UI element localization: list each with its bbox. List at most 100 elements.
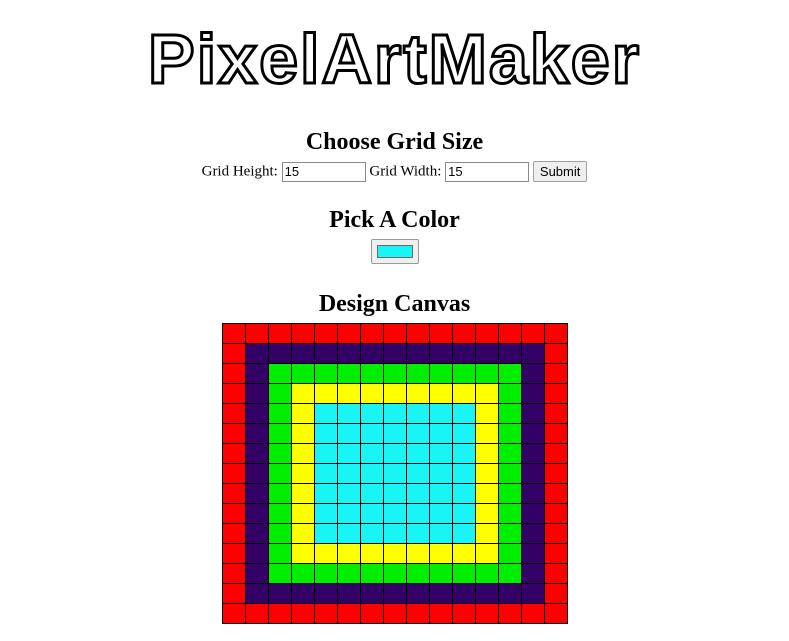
canvas-cell[interactable] <box>291 463 315 484</box>
canvas-cell[interactable] <box>429 543 453 564</box>
canvas-cell[interactable] <box>544 583 568 604</box>
canvas-cell[interactable] <box>521 483 545 504</box>
canvas-cell[interactable] <box>268 503 292 524</box>
canvas-cell[interactable] <box>498 603 522 624</box>
canvas-cell[interactable] <box>452 603 476 624</box>
canvas-cell[interactable] <box>406 363 430 384</box>
canvas-cell[interactable] <box>475 323 499 344</box>
canvas-cell[interactable] <box>498 363 522 384</box>
canvas-cell[interactable] <box>337 583 361 604</box>
canvas-cell[interactable] <box>544 323 568 344</box>
canvas-cell[interactable] <box>245 383 269 404</box>
canvas-cell[interactable] <box>222 543 246 564</box>
canvas-cell[interactable] <box>245 523 269 544</box>
canvas-cell[interactable] <box>429 443 453 464</box>
canvas-cell[interactable] <box>291 383 315 404</box>
canvas-cell[interactable] <box>314 483 338 504</box>
canvas-cell[interactable] <box>452 563 476 584</box>
canvas-cell[interactable] <box>245 343 269 364</box>
canvas-cell[interactable] <box>406 563 430 584</box>
canvas-cell[interactable] <box>245 403 269 424</box>
canvas-cell[interactable] <box>498 443 522 464</box>
canvas-cell[interactable] <box>544 343 568 364</box>
canvas-cell[interactable] <box>406 323 430 344</box>
canvas-cell[interactable] <box>291 603 315 624</box>
canvas-cell[interactable] <box>406 403 430 424</box>
canvas-cell[interactable] <box>314 323 338 344</box>
canvas-cell[interactable] <box>521 443 545 464</box>
canvas-cell[interactable] <box>498 343 522 364</box>
canvas-cell[interactable] <box>475 423 499 444</box>
canvas-cell[interactable] <box>245 363 269 384</box>
canvas-cell[interactable] <box>406 483 430 504</box>
canvas-cell[interactable] <box>291 363 315 384</box>
canvas-cell[interactable] <box>291 503 315 524</box>
canvas-cell[interactable] <box>429 343 453 364</box>
canvas-cell[interactable] <box>268 323 292 344</box>
canvas-cell[interactable] <box>314 583 338 604</box>
canvas-cell[interactable] <box>291 543 315 564</box>
canvas-cell[interactable] <box>544 463 568 484</box>
canvas-cell[interactable] <box>383 443 407 464</box>
canvas-cell[interactable] <box>291 483 315 504</box>
canvas-cell[interactable] <box>314 463 338 484</box>
canvas-cell[interactable] <box>291 563 315 584</box>
canvas-cell[interactable] <box>452 543 476 564</box>
canvas-cell[interactable] <box>521 463 545 484</box>
canvas-cell[interactable] <box>452 443 476 464</box>
canvas-cell[interactable] <box>521 583 545 604</box>
canvas-cell[interactable] <box>383 523 407 544</box>
canvas-cell[interactable] <box>245 563 269 584</box>
canvas-cell[interactable] <box>544 483 568 504</box>
canvas-cell[interactable] <box>475 603 499 624</box>
canvas-cell[interactable] <box>222 383 246 404</box>
canvas-cell[interactable] <box>406 423 430 444</box>
canvas-cell[interactable] <box>452 523 476 544</box>
canvas-cell[interactable] <box>222 443 246 464</box>
canvas-cell[interactable] <box>475 443 499 464</box>
canvas-cell[interactable] <box>337 363 361 384</box>
canvas-cell[interactable] <box>222 523 246 544</box>
canvas-cell[interactable] <box>452 403 476 424</box>
canvas-cell[interactable] <box>337 463 361 484</box>
canvas-cell[interactable] <box>245 443 269 464</box>
canvas-cell[interactable] <box>360 583 384 604</box>
canvas-cell[interactable] <box>521 523 545 544</box>
canvas-cell[interactable] <box>291 423 315 444</box>
canvas-cell[interactable] <box>291 523 315 544</box>
canvas-cell[interactable] <box>406 463 430 484</box>
canvas-cell[interactable] <box>383 563 407 584</box>
canvas-cell[interactable] <box>268 603 292 624</box>
canvas-cell[interactable] <box>452 583 476 604</box>
canvas-cell[interactable] <box>544 403 568 424</box>
canvas-cell[interactable] <box>475 463 499 484</box>
canvas-cell[interactable] <box>314 383 338 404</box>
canvas-cell[interactable] <box>383 343 407 364</box>
canvas-cell[interactable] <box>498 483 522 504</box>
canvas-cell[interactable] <box>360 503 384 524</box>
canvas-cell[interactable] <box>475 343 499 364</box>
canvas-cell[interactable] <box>498 583 522 604</box>
canvas-cell[interactable] <box>337 563 361 584</box>
canvas-cell[interactable] <box>268 463 292 484</box>
canvas-cell[interactable] <box>429 383 453 404</box>
color-picker-input[interactable] <box>371 239 419 264</box>
canvas-cell[interactable] <box>268 403 292 424</box>
design-canvas[interactable] <box>222 323 568 624</box>
canvas-cell[interactable] <box>429 523 453 544</box>
canvas-cell[interactable] <box>291 343 315 364</box>
canvas-cell[interactable] <box>360 343 384 364</box>
canvas-cell[interactable] <box>429 503 453 524</box>
canvas-cell[interactable] <box>429 463 453 484</box>
canvas-cell[interactable] <box>521 423 545 444</box>
canvas-cell[interactable] <box>222 603 246 624</box>
canvas-cell[interactable] <box>521 323 545 344</box>
canvas-cell[interactable] <box>498 403 522 424</box>
canvas-cell[interactable] <box>452 483 476 504</box>
canvas-cell[interactable] <box>337 503 361 524</box>
canvas-cell[interactable] <box>544 523 568 544</box>
canvas-cell[interactable] <box>544 503 568 524</box>
canvas-cell[interactable] <box>337 483 361 504</box>
canvas-cell[interactable] <box>498 563 522 584</box>
canvas-cell[interactable] <box>360 483 384 504</box>
